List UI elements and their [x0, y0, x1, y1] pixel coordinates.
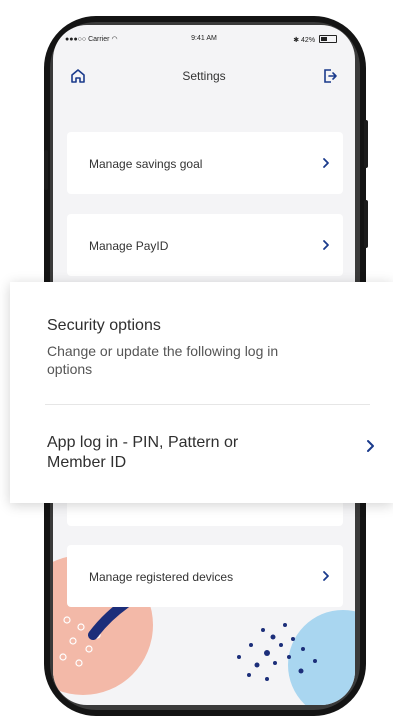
side-button-power: [364, 120, 368, 168]
side-button-volume: [364, 200, 368, 248]
side-button-silent: [44, 150, 48, 190]
menu-item-label: Manage PayID: [89, 239, 169, 253]
chevron-right-icon: [367, 440, 374, 452]
logout-icon[interactable]: [321, 67, 339, 85]
status-battery: ✱ 42%: [293, 35, 337, 44]
app-login-option[interactable]: App log in - PIN, Pattern or Member ID: [10, 405, 393, 503]
menu-item-savings-goal[interactable]: Manage savings goal: [67, 132, 343, 194]
menu-item-label: Manage savings goal: [89, 157, 203, 171]
app-login-option-label: App log in - PIN, Pattern or Member ID: [47, 434, 239, 471]
status-bar: ●●●○○ Carrier ◠ 9:41 AM ✱ 42%: [53, 33, 355, 47]
page-title: Settings: [182, 69, 226, 83]
menu-item-label: Manage registered devices: [89, 570, 234, 584]
nav-bar: Settings: [53, 61, 355, 91]
menu-item-payid[interactable]: Manage PayID: [67, 214, 343, 276]
chevron-right-icon: [323, 158, 329, 168]
security-options-subtitle: Change or update the following log in op…: [47, 343, 279, 377]
battery-icon: [319, 35, 337, 43]
security-options-title: Security options: [47, 317, 161, 334]
menu-item-registered-devices[interactable]: Manage registered devices: [67, 545, 343, 607]
bluetooth-icon: ✱: [293, 37, 300, 44]
chevron-right-icon: [323, 571, 329, 581]
chevron-right-icon: [323, 240, 329, 250]
security-options-panel: Security options Change or update the fo…: [10, 282, 393, 503]
